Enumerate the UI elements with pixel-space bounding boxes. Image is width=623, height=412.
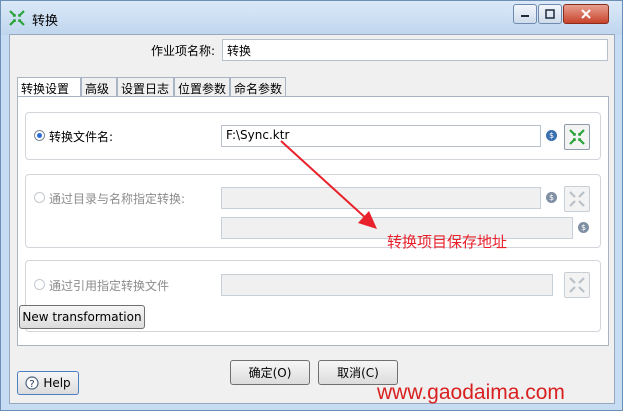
dialog-window: 转换 作业项名称: 转换 转换设置 高级 设置日志 位置参数 命名参数 转换文件… [0,0,623,411]
annotation-arrow [280,140,377,229]
annotation-text: 转换项目保存地址 [387,233,508,251]
watermark-text: www.gaodaima.com [377,381,565,404]
